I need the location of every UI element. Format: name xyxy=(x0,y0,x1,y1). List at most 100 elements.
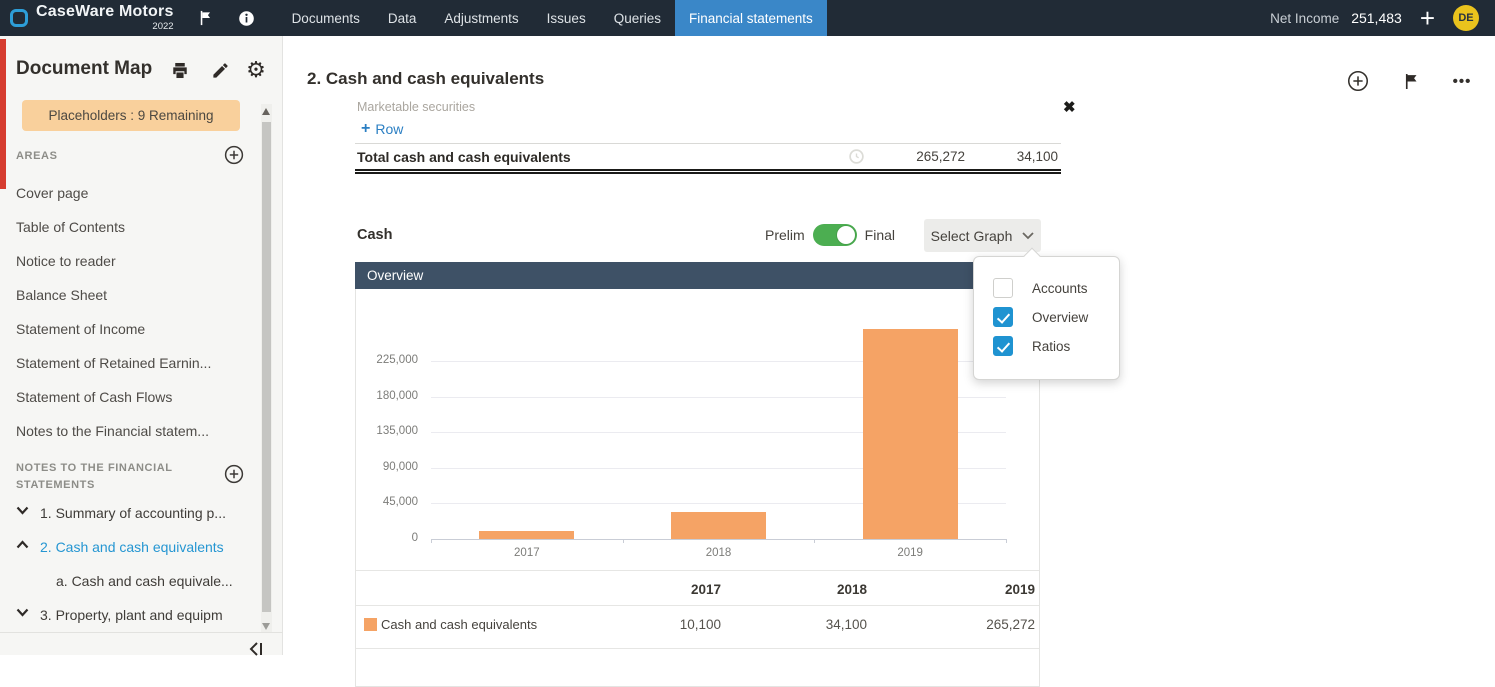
settings-gear-icon[interactable]: ⚙ xyxy=(244,58,268,82)
x-axis-tick xyxy=(1006,539,1007,543)
bar-2018[interactable] xyxy=(671,512,766,539)
collapse-sidebar-icon[interactable] xyxy=(248,642,264,656)
flag-icon[interactable] xyxy=(190,0,224,36)
checkbox-accounts[interactable] xyxy=(993,278,1013,298)
document-map-sidebar: Document Map ⚙ Placeholders : 9 Remainin… xyxy=(0,36,283,655)
sidebar-note-1-summary-of-accounting-p[interactable]: 1. Summary of accounting p... xyxy=(0,496,258,530)
edit-icon[interactable] xyxy=(208,58,232,82)
chevron-down-icon xyxy=(1022,232,1034,240)
nav-item-queries[interactable]: Queries xyxy=(600,0,675,36)
more-options-button[interactable]: ••• xyxy=(1449,68,1475,94)
prelim-final-toggle[interactable] xyxy=(813,224,857,246)
alert-strip xyxy=(0,39,6,189)
legend-value: 10,100 xyxy=(611,617,721,632)
sidebar-item-statement-of-income[interactable]: Statement of Income xyxy=(0,312,255,346)
nav-item-issues[interactable]: Issues xyxy=(533,0,600,36)
nav-item-adjustments[interactable]: Adjustments xyxy=(430,0,532,36)
dropdown-option-ratios[interactable]: Ratios xyxy=(993,336,1070,356)
add-content-button[interactable] xyxy=(1345,68,1371,94)
sidebar-note-2-cash-and-cash-equivalents[interactable]: 2. Cash and cash equivalents xyxy=(0,530,258,564)
placeholders-badge[interactable]: Placeholders : 9 Remaining xyxy=(22,100,240,131)
legend-swatch xyxy=(364,618,377,631)
y-axis-label: 225,000 xyxy=(358,354,418,366)
brand-year: 2022 xyxy=(36,22,174,32)
sidebar-scrollbar[interactable] xyxy=(261,104,272,632)
sidebar-note-3-property-plant-and-equipm[interactable]: 3. Property, plant and equipm xyxy=(0,598,258,632)
prelim-final-toggle-group: Prelim Final xyxy=(765,224,895,246)
note-label: 3. Property, plant and equipm xyxy=(40,607,223,623)
dropdown-option-overview[interactable]: Overview xyxy=(993,307,1088,327)
x-axis-label: 2019 xyxy=(865,547,955,559)
panel-header: Overview xyxy=(355,262,1040,289)
marketable-securities-row[interactable]: Marketable securities xyxy=(355,100,1061,114)
chevron-down-icon[interactable] xyxy=(16,506,29,515)
checkbox-ratios[interactable] xyxy=(993,336,1013,356)
sidebar-item-notes-to-the-financial-statem[interactable]: Notes to the Financial statem... xyxy=(0,414,255,448)
final-label: Final xyxy=(865,227,895,243)
caseware-logo-icon xyxy=(10,9,28,27)
x-axis-label: 2018 xyxy=(674,547,764,559)
areas-section-label: AREAS xyxy=(16,150,58,162)
nav-item-documents[interactable]: Documents xyxy=(278,0,374,36)
add-button[interactable]: + xyxy=(1420,5,1435,31)
net-income-label: Net Income xyxy=(1270,11,1339,26)
chevron-up-icon[interactable] xyxy=(16,540,29,549)
overview-chart-panel: Overview 045,00090,000135,000180,000225,… xyxy=(355,262,1040,687)
sidebar-item-balance-sheet[interactable]: Balance Sheet xyxy=(0,278,255,312)
y-axis-label: 90,000 xyxy=(358,461,418,473)
history-icon[interactable] xyxy=(848,148,865,165)
sidebar-item-cover-page[interactable]: Cover page xyxy=(0,176,255,210)
total-value-prior: 34,100 xyxy=(968,149,1058,164)
add-row-button[interactable]: + Row xyxy=(355,121,425,137)
document-map-title: Document Map xyxy=(16,58,152,80)
dropdown-option-label: Ratios xyxy=(1032,339,1070,354)
y-axis-label: 45,000 xyxy=(358,496,418,508)
legend-col-header: 2018 xyxy=(757,582,867,597)
add-note-button[interactable] xyxy=(224,464,244,484)
page-title: 2. Cash and cash equivalents xyxy=(307,69,544,89)
total-double-rule xyxy=(355,169,1061,174)
top-navbar: CaseWare Motors 2022 DocumentsDataAdjust… xyxy=(0,0,1495,36)
x-axis-line xyxy=(431,539,1006,540)
legend-col-header: 2017 xyxy=(611,582,721,597)
legend-value: 34,100 xyxy=(757,617,867,632)
scrollbar-thumb[interactable] xyxy=(262,122,271,612)
cash-section-label: Cash xyxy=(357,227,392,243)
chevron-down-icon[interactable] xyxy=(16,608,29,617)
y-axis-label: 135,000 xyxy=(358,425,418,437)
x-axis-label: 2017 xyxy=(482,547,572,559)
print-icon[interactable] xyxy=(168,58,192,82)
brand-name: CaseWare Motors xyxy=(36,4,174,20)
select-graph-button[interactable]: Select Graph xyxy=(924,219,1041,252)
bar-2017[interactable] xyxy=(479,531,574,539)
scroll-down-arrow-icon[interactable] xyxy=(262,623,270,630)
sidebar-item-statement-of-cash-flows[interactable]: Statement of Cash Flows xyxy=(0,380,255,414)
legend-divider-top xyxy=(356,570,1039,571)
notes-list: 1. Summary of accounting p... 2. Cash and… xyxy=(0,496,258,632)
notes-section-label: NOTES TO THE FINANCIAL STATEMENTS xyxy=(16,460,176,493)
note-label: 1. Summary of accounting p... xyxy=(40,505,226,521)
legend-series-label: Cash and cash equivalents xyxy=(381,617,537,632)
sidebar-note-a-cash-and-cash-equivale[interactable]: a. Cash and cash equivale... xyxy=(0,564,258,598)
main-content: 2. Cash and cash equivalents ••• Marketa… xyxy=(283,36,1495,655)
info-icon[interactable] xyxy=(230,0,264,36)
toggle-knob xyxy=(837,226,855,244)
scroll-up-arrow-icon[interactable] xyxy=(262,108,270,115)
sidebar-item-table-of-contents[interactable]: Table of Contents xyxy=(0,210,255,244)
nav-item-data[interactable]: Data xyxy=(374,0,431,36)
sidebar-item-notice-to-reader[interactable]: Notice to reader xyxy=(0,244,255,278)
sidebar-item-statement-of-retained-earnin[interactable]: Statement of Retained Earnin... xyxy=(0,346,255,380)
x-axis-tick xyxy=(431,539,432,543)
flag-button[interactable] xyxy=(1399,68,1425,94)
total-row-label: Total cash and cash equivalents xyxy=(355,149,571,165)
checkbox-overview[interactable] xyxy=(993,307,1013,327)
user-avatar[interactable]: DE xyxy=(1453,5,1479,31)
dropdown-option-label: Accounts xyxy=(1032,281,1088,296)
dropdown-option-accounts[interactable]: Accounts xyxy=(993,278,1088,298)
total-value-current: 265,272 xyxy=(875,149,965,164)
close-icon[interactable]: ✖ xyxy=(1063,98,1076,116)
bar-2019[interactable] xyxy=(863,329,958,539)
nav-item-financial-statements[interactable]: Financial statements xyxy=(675,0,827,36)
total-row: Total cash and cash equivalents 265,272 … xyxy=(355,144,1061,169)
add-area-button[interactable] xyxy=(224,145,244,165)
